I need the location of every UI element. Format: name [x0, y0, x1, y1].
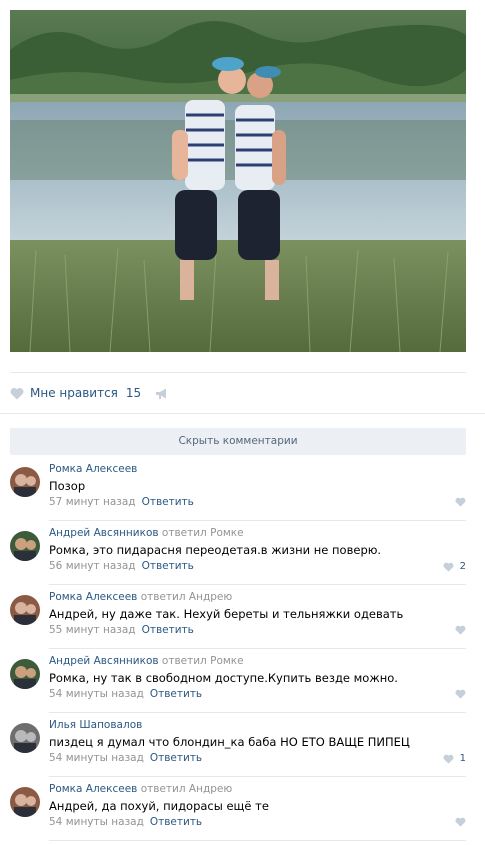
comment-meta: 57 минут назад Ответить	[49, 496, 194, 508]
comment-divider	[49, 712, 466, 713]
reply-link[interactable]: Ответить	[150, 816, 202, 828]
comment-divider	[49, 840, 466, 841]
comment-meta: 54 минуты назад Ответить	[49, 816, 202, 828]
comment-text: Ромка, это пидарасня переодетая.в жизни …	[49, 543, 382, 557]
post-photo-image	[10, 10, 466, 352]
avatar[interactable]	[10, 723, 40, 753]
avatar[interactable]	[10, 787, 40, 817]
avatar[interactable]	[10, 659, 40, 689]
post-photo[interactable]	[10, 10, 466, 352]
avatar[interactable]	[10, 595, 40, 625]
comment-reply-to[interactable]: Ромке	[210, 655, 243, 667]
comment-like-count: 1	[459, 753, 466, 764]
comment-like[interactable]	[455, 817, 466, 827]
comment-divider	[49, 520, 466, 521]
divider	[10, 372, 466, 373]
comment-time[interactable]: 55 минут назад	[49, 624, 136, 636]
comment-header: Андрей Авсянников ответил Ромке	[49, 655, 244, 667]
heart-icon[interactable]	[10, 387, 24, 400]
comment-replied: ответил	[140, 783, 186, 795]
comment-like[interactable]	[455, 689, 466, 699]
comment-author[interactable]: Ромка Алексеев	[49, 463, 137, 475]
megaphone-icon[interactable]	[155, 387, 169, 400]
comment-time[interactable]: 54 минуты назад	[49, 752, 144, 764]
comment-replied: ответил	[140, 591, 186, 603]
comment-like[interactable]: 1	[443, 753, 466, 764]
comment-replied: ответил	[161, 527, 207, 539]
like-count[interactable]: 15	[126, 386, 141, 400]
hide-comments-button[interactable]: Скрыть комментарии	[10, 428, 466, 455]
heart-icon[interactable]	[455, 689, 466, 699]
heart-icon[interactable]	[455, 497, 466, 507]
comment: Ромка Алексеев ответил Андрею Андрей, да …	[10, 783, 466, 843]
comment-text: Ромка, ну так в свободном доступе.Купить…	[49, 671, 398, 685]
comment-divider	[49, 776, 466, 777]
comment-text: Андрей, ну даже так. Нехуй береты и тель…	[49, 607, 404, 621]
like-label[interactable]: Мне нравится	[30, 386, 118, 400]
comment-reply-to[interactable]: Андрею	[189, 783, 232, 795]
heart-icon[interactable]	[443, 754, 454, 764]
comment-divider	[49, 584, 466, 585]
reply-link[interactable]: Ответить	[142, 496, 194, 508]
comment-header: Ромка Алексеев ответил Андрею	[49, 591, 232, 603]
comment-meta: 54 минуты назад Ответить	[49, 688, 202, 700]
reply-link[interactable]: Ответить	[142, 560, 194, 572]
comment: Андрей Авсянников ответил Ромке Ромка, ну…	[10, 655, 466, 715]
comment: Ромка Алексеев ответил Андрею Андрей, ну …	[10, 591, 466, 651]
comment-text: пиздец я думал что блондин_ка баба НО ЕТ…	[49, 735, 410, 749]
comment-text: Андрей, да похуй, пидорасы ещё те	[49, 799, 269, 813]
comment-meta: 54 минуты назад Ответить	[49, 752, 202, 764]
heart-icon[interactable]	[455, 625, 466, 635]
comment: Андрей Авсянников ответил Ромке Ромка, эт…	[10, 527, 466, 587]
comment: Ромка Алексеев Позор 57 минут назад Ответит…	[10, 463, 466, 523]
comment-time[interactable]: 54 минуты назад	[49, 688, 144, 700]
divider	[0, 413, 485, 414]
comment-reply-to[interactable]: Андрею	[189, 591, 232, 603]
comment-time[interactable]: 57 минут назад	[49, 496, 136, 508]
comment-author[interactable]: Андрей Авсянников	[49, 655, 159, 667]
comment-meta: 55 минут назад Ответить	[49, 624, 194, 636]
comment-like-count: 2	[459, 561, 466, 572]
comment-time[interactable]: 56 минут назад	[49, 560, 136, 572]
avatar[interactable]	[10, 467, 40, 497]
comment-replied: ответил	[161, 655, 207, 667]
comment-like[interactable]: 2	[443, 561, 466, 572]
comment-divider	[49, 648, 466, 649]
comment-header: Ромка Алексеев ответил Андрею	[49, 783, 232, 795]
comment-header: Ромка Алексеев	[49, 463, 137, 475]
comment-author[interactable]: Ромка Алексеев	[49, 591, 137, 603]
comment-header: Илья Шаповалов	[49, 719, 142, 731]
comment-author[interactable]: Ромка Алексеев	[49, 783, 137, 795]
comment-author[interactable]: Андрей Авсянников	[49, 527, 159, 539]
like-bar: Мне нравится 15	[10, 384, 169, 402]
reply-link[interactable]: Ответить	[150, 752, 202, 764]
comment-time[interactable]: 54 минуты назад	[49, 816, 144, 828]
reply-link[interactable]: Ответить	[150, 688, 202, 700]
heart-icon[interactable]	[443, 562, 454, 572]
avatar[interactable]	[10, 531, 40, 561]
comment-like[interactable]	[455, 497, 466, 507]
comment: Илья Шаповалов пиздец я думал что блондин…	[10, 719, 466, 779]
comment-header: Андрей Авсянников ответил Ромке	[49, 527, 244, 539]
comment-text: Позор	[49, 479, 86, 493]
comment-meta: 56 минут назад Ответить	[49, 560, 194, 572]
comment-author[interactable]: Илья Шаповалов	[49, 719, 142, 731]
comment-like[interactable]	[455, 625, 466, 635]
comment-reply-to[interactable]: Ромке	[210, 527, 243, 539]
heart-icon[interactable]	[455, 817, 466, 827]
reply-link[interactable]: Ответить	[142, 624, 194, 636]
